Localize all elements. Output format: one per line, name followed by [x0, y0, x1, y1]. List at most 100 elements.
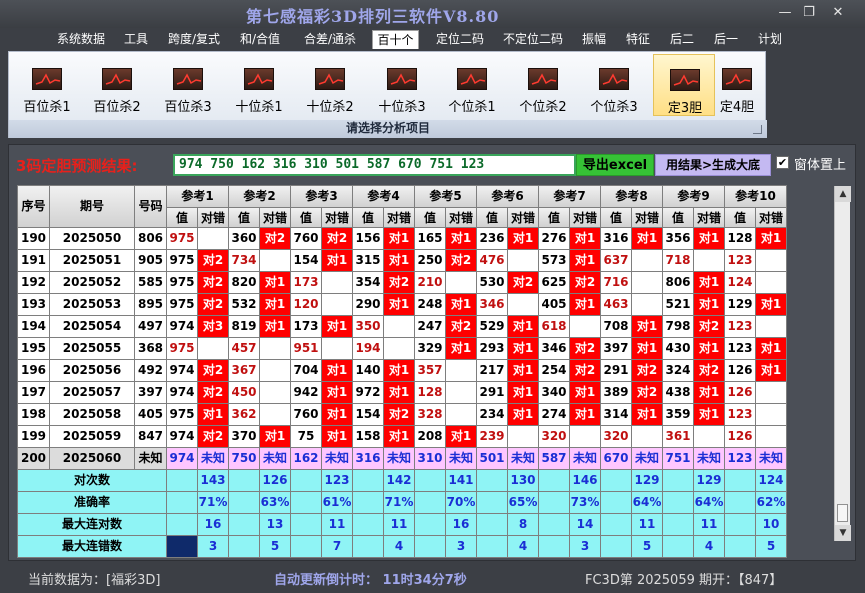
- ribbon-tool-6[interactable]: 个位杀1: [441, 54, 503, 116]
- ref-value-cell: 362: [229, 404, 259, 425]
- stat-blank-cell: [167, 470, 197, 491]
- stat-blank-cell: [477, 492, 507, 513]
- ribbon-tool-4[interactable]: 十位杀2: [299, 54, 361, 116]
- ref-match-cell: 对1: [632, 228, 662, 249]
- stat-value: 4: [384, 536, 414, 557]
- menu-item-10[interactable]: 后二: [664, 30, 700, 49]
- ref-match-cell: [322, 338, 352, 359]
- menu-item-6[interactable]: 定位二码: [428, 30, 492, 49]
- ref-match-cell: [260, 404, 290, 425]
- row-seq: 199: [18, 426, 49, 447]
- ref-value-cell: 357: [415, 360, 445, 381]
- ribbon-tool-10[interactable]: 定4胆: [711, 54, 763, 116]
- prediction-result-field[interactable]: 974 750 162 316 310 501 587 670 751 123: [173, 154, 576, 176]
- col-header-ref[interactable]: 参考2: [229, 186, 290, 207]
- ribbon-tool-7[interactable]: 个位杀2: [512, 54, 574, 116]
- stat-value: 4: [508, 536, 538, 557]
- col-header-ref[interactable]: 参考4: [353, 186, 414, 207]
- ref-value-cell: 128: [725, 228, 755, 249]
- menu-bar: 系统数据 工具 跨度/复式 和/合值 合差/通杀 百十个 定位二码 不定位二码 振幅 特征 后二 后一…: [0, 28, 865, 50]
- menu-item-11[interactable]: 后一: [708, 30, 744, 49]
- ribbon-tool-label: 定3胆: [667, 101, 703, 116]
- ref-match-cell: 对1: [508, 316, 538, 337]
- generate-base-button[interactable]: 用结果>生成大底: [655, 154, 771, 176]
- ribbon-tool-5[interactable]: 十位杀3: [371, 54, 433, 116]
- stat-blank-cell: [229, 536, 259, 557]
- ref-match-cell: 对1: [322, 316, 352, 337]
- update-countdown: 自动更新倒计时： 11时34分7秒: [274, 573, 467, 588]
- menu-item-7[interactable]: 不定位二码: [496, 30, 570, 49]
- stat-value: 16: [198, 514, 228, 535]
- ref-match-cell: 对1: [446, 426, 476, 447]
- prediction-label: 3码定胆预测结果:: [16, 157, 138, 175]
- col-header-ref[interactable]: 参考1: [167, 186, 228, 207]
- minimize-button[interactable]: —: [773, 5, 797, 21]
- close-button[interactable]: ✕: [826, 5, 850, 21]
- stat-blank-cell: [725, 492, 755, 513]
- ref-match-cell: 对1: [694, 404, 724, 425]
- stat-blank-cell: [663, 492, 693, 513]
- menu-item-3[interactable]: 和/合值: [235, 30, 285, 49]
- window-on-top-checkbox[interactable]: ✔: [776, 156, 789, 169]
- menu-item-5[interactable]: 百十个: [372, 30, 419, 49]
- ribbon-tool-9[interactable]: 定3胆: [653, 54, 715, 116]
- ref-value-cell: 75: [291, 426, 321, 447]
- ref-value-cell: 532: [229, 294, 259, 315]
- ref-value-cell: 154: [291, 250, 321, 271]
- export-excel-button[interactable]: 导出excel: [576, 154, 654, 176]
- ribbon-tool-0[interactable]: 百位杀1: [16, 54, 78, 116]
- ref-match-cell: 对1: [632, 404, 662, 425]
- current-ref-unknown: 未知: [446, 448, 476, 469]
- ref-match-cell: 对2: [260, 228, 290, 249]
- status-bar: 当前数据为：[福彩3D] 自动更新倒计时： 11时34分7秒 FC3D第 202…: [0, 563, 865, 593]
- chart-icon: [387, 68, 417, 90]
- col-header-match: 对错: [508, 208, 538, 227]
- current-ref-value: 310: [415, 448, 445, 469]
- col-header-ref[interactable]: 参考3: [291, 186, 352, 207]
- scroll-down-icon[interactable]: ▼: [835, 525, 851, 541]
- ribbon-caption: 请选择分析项目: [9, 120, 767, 138]
- col-header-value: 值: [353, 208, 383, 227]
- vertical-scrollbar[interactable]: ▲ ▼: [834, 186, 851, 541]
- row-period: 2025051: [50, 250, 134, 271]
- window-on-top-label: 窗体置上: [794, 158, 847, 173]
- chart-icon: [244, 68, 274, 90]
- col-header-ref[interactable]: 参考8: [601, 186, 662, 207]
- col-header-ref[interactable]: 参考6: [477, 186, 538, 207]
- ribbon-tool-8[interactable]: 个位杀3: [583, 54, 645, 116]
- ref-value-cell: 210: [415, 272, 445, 293]
- menu-item-2[interactable]: 跨度/复式: [161, 30, 227, 49]
- col-header-value: 值: [291, 208, 321, 227]
- chart-icon: [528, 68, 558, 90]
- ref-value-cell: 463: [601, 294, 631, 315]
- stat-blank-cell: [415, 492, 445, 513]
- stat-value: 142: [384, 470, 414, 491]
- stat-blank-cell: [725, 514, 755, 535]
- menu-item-12[interactable]: 计划: [752, 30, 788, 49]
- ref-match-cell: 对1: [756, 294, 786, 315]
- ribbon-launcher-icon[interactable]: [753, 125, 762, 134]
- menu-item-8[interactable]: 振幅: [576, 30, 612, 49]
- ref-match-cell: 对2: [198, 250, 228, 271]
- ref-value-cell: 405: [539, 294, 569, 315]
- scroll-up-icon[interactable]: ▲: [835, 186, 851, 202]
- restore-button[interactable]: ❐: [797, 5, 821, 21]
- stat-blank-cell: [353, 470, 383, 491]
- col-header-ref[interactable]: 参考5: [415, 186, 476, 207]
- ribbon-tool-2[interactable]: 百位杀3: [157, 54, 219, 116]
- ref-match-cell: 对1: [384, 426, 414, 447]
- menu-item-1[interactable]: 工具: [118, 30, 154, 49]
- col-header-ref[interactable]: 参考7: [539, 186, 600, 207]
- col-header-ref[interactable]: 参考10: [725, 186, 786, 207]
- scroll-thumb[interactable]: [837, 504, 848, 522]
- stat-value: 13: [260, 514, 290, 535]
- menu-item-0[interactable]: 系统数据: [52, 30, 110, 49]
- chart-icon: [722, 68, 752, 90]
- ribbon-tool-3[interactable]: 十位杀1: [228, 54, 290, 116]
- ref-value-cell: 156: [353, 228, 383, 249]
- menu-item-9[interactable]: 特征: [620, 30, 656, 49]
- ribbon-tool-1[interactable]: 百位杀2: [86, 54, 148, 116]
- col-header-ref[interactable]: 参考9: [663, 186, 724, 207]
- menu-item-4[interactable]: 合差/通杀: [297, 30, 363, 49]
- col-header-match: 对错: [756, 208, 786, 227]
